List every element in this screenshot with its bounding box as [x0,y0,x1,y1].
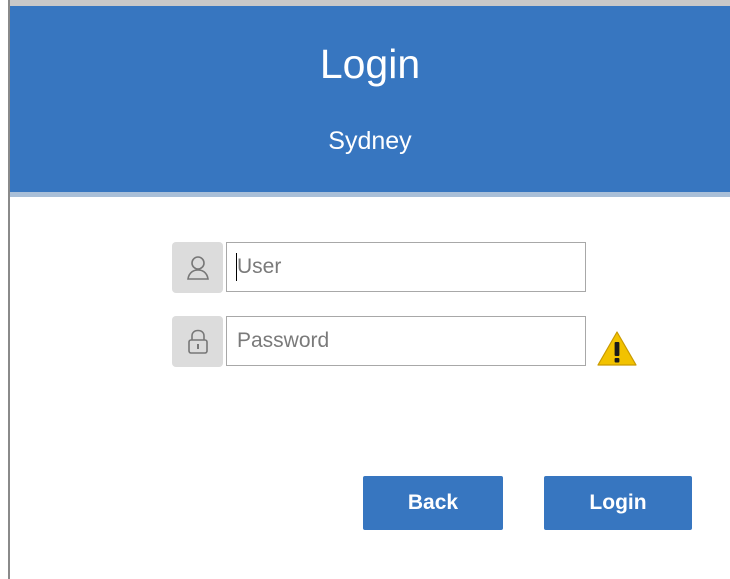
password-icon-box [172,316,223,367]
back-button[interactable]: Back [363,476,503,530]
header-divider [10,192,730,197]
login-header: Login Sydney [10,6,730,192]
lock-icon [187,329,208,354]
location-subtitle: Sydney [328,127,412,155]
login-window: Login Sydney Back Login [0,0,730,579]
user-icon [186,255,209,280]
text-cursor [236,253,237,281]
login-button[interactable]: Login [544,476,692,530]
user-icon-box [172,242,223,293]
password-input[interactable] [226,316,586,366]
warning-icon [597,331,637,366]
page-title: Login [319,41,421,87]
window-left-border [0,0,10,579]
user-input[interactable] [226,242,586,292]
